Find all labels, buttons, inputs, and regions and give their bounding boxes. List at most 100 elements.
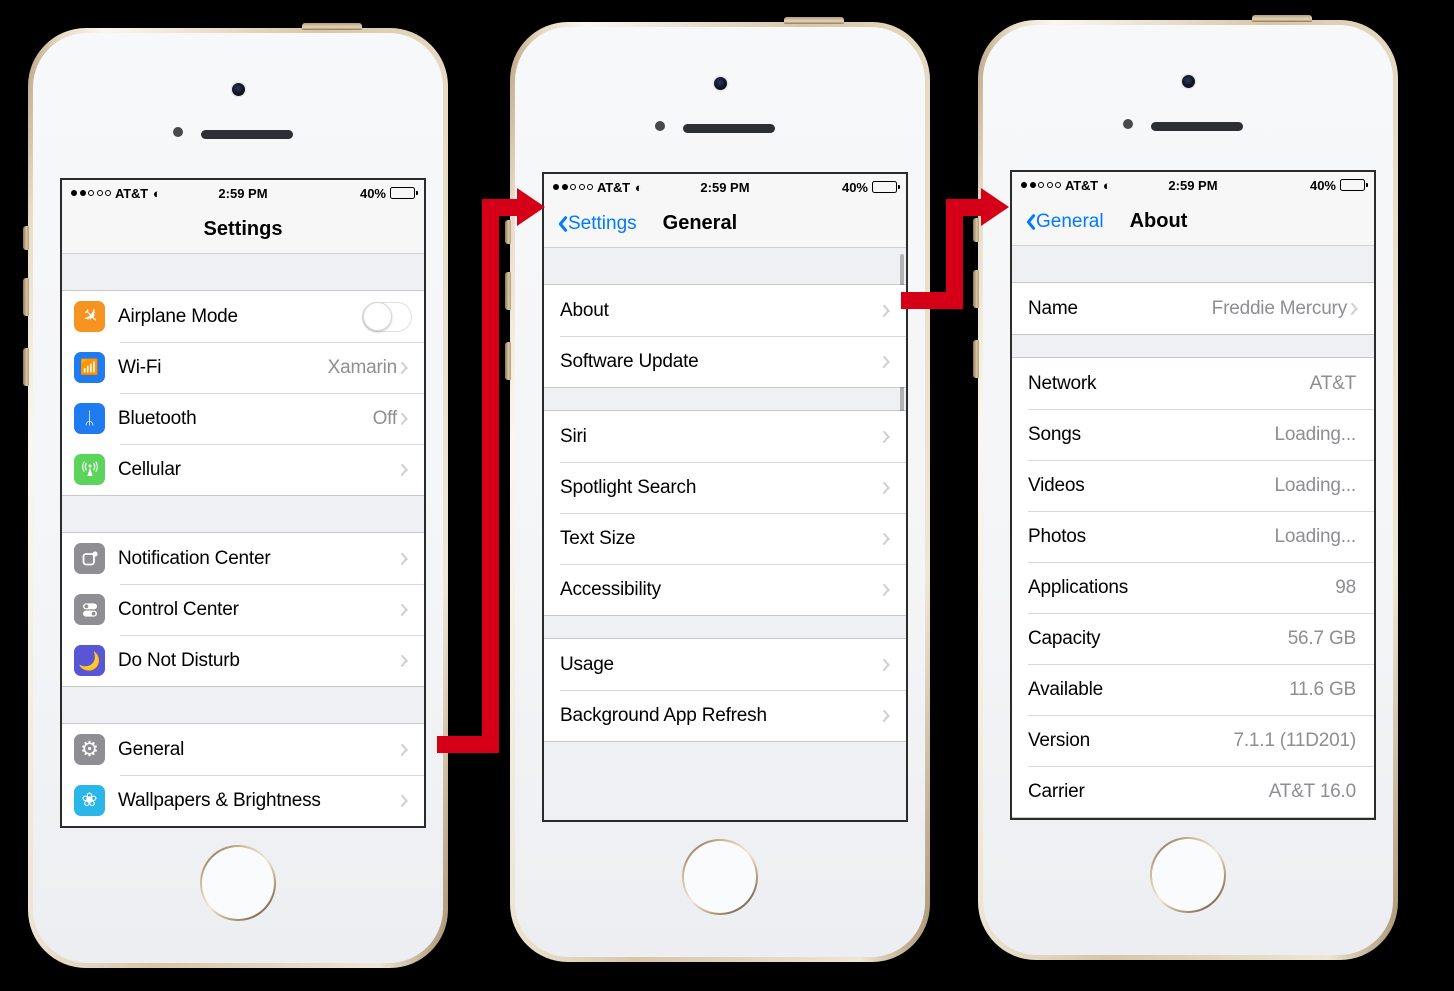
power-button[interactable]	[1252, 15, 1312, 22]
volume-down-button[interactable]	[505, 342, 511, 380]
settings-row-do-not-disturb[interactable]: Do Not Disturb	[62, 635, 424, 686]
arrow-head	[981, 188, 1009, 226]
about-row-photos: Photos Loading...	[1012, 511, 1374, 562]
chevron-right-icon	[885, 531, 894, 546]
volume-down-button[interactable]	[973, 340, 979, 378]
mute-switch[interactable]	[23, 226, 29, 250]
settings-group-connectivity: Airplane Mode Wi-Fi Xamarin Bluetooth	[62, 290, 424, 496]
general-row-accessibility[interactable]: Accessibility	[544, 564, 906, 615]
row-label: About	[560, 299, 609, 321]
section-gap	[544, 248, 906, 284]
wifi-icon: ◐	[634, 179, 643, 195]
row-label: Do Not Disturb	[118, 649, 240, 671]
mute-switch[interactable]	[505, 220, 511, 244]
arrow-head	[517, 188, 545, 226]
mute-switch[interactable]	[973, 218, 979, 242]
row-label: Name	[1028, 297, 1078, 319]
chevron-right-icon	[885, 303, 894, 318]
do-not-disturb-icon	[74, 645, 105, 676]
about-row-carrier: Carrier AT&T 16.0	[1012, 766, 1374, 817]
settings-group-notifications: Notification Center Control Center 🌙 Do …	[62, 532, 424, 687]
page-title: Settings	[203, 218, 283, 240]
battery-percent-label: 40%	[1309, 177, 1336, 193]
general-gear-icon	[74, 734, 105, 765]
earpiece-speaker	[1151, 122, 1243, 131]
chevron-right-icon	[885, 708, 894, 723]
row-value: 11.6 GB	[1289, 678, 1356, 700]
signal-strength-icon	[553, 184, 593, 190]
chevron-right-icon	[885, 657, 894, 672]
section-gap	[1012, 246, 1374, 282]
general-group-features: Siri Spotlight Search Text Size Accessib…	[544, 410, 906, 616]
bluetooth-icon	[74, 403, 105, 434]
proximity-sensor-icon	[173, 127, 183, 137]
general-row-about[interactable]: About	[544, 285, 906, 336]
airplane-icon	[74, 301, 105, 332]
settings-row-wallpapers-brightness[interactable]: Wallpapers & Brightness	[62, 775, 424, 826]
control-center-icon	[74, 594, 105, 625]
row-value: Loading...	[1274, 525, 1357, 547]
signal-strength-icon	[1021, 182, 1061, 188]
section-gap	[1012, 335, 1374, 357]
general-row-spotlight-search[interactable]: Spotlight Search	[544, 462, 906, 513]
settings-table[interactable]: Airplane Mode Wi-Fi Xamarin Bluetooth	[62, 254, 424, 826]
row-value: Freddie Mercury	[1211, 297, 1348, 319]
home-button[interactable]	[682, 839, 758, 915]
iphone-device-about: AT&T ◐ 2:59 PM 40% General About Name Fr…	[973, 15, 1398, 960]
settings-group-system: General Wallpapers & Brightness	[62, 723, 424, 826]
volume-up-button[interactable]	[973, 270, 979, 308]
arrow-segment-horizontal-top	[482, 199, 520, 216]
settings-row-notification-center[interactable]: Notification Center	[62, 533, 424, 584]
back-button-label: General	[1036, 210, 1104, 232]
carrier-label: AT&T	[597, 179, 630, 195]
settings-row-general[interactable]: General	[62, 724, 424, 775]
volume-up-button[interactable]	[23, 278, 29, 316]
general-row-text-size[interactable]: Text Size	[544, 513, 906, 564]
general-row-siri[interactable]: Siri	[544, 411, 906, 462]
wallpapers-icon	[74, 785, 105, 816]
chevron-right-icon	[1353, 301, 1362, 316]
home-button[interactable]	[1150, 837, 1226, 913]
home-button[interactable]	[200, 845, 276, 921]
back-button-general[interactable]: General	[1022, 211, 1104, 233]
settings-row-cellular[interactable]: Cellular	[62, 444, 424, 495]
navigation-bar: Settings General	[544, 200, 906, 248]
device-front-panel: AT&T ◐ 2:59 PM 40% Settings ✈ Airplane M…	[33, 33, 443, 963]
row-label: Siri	[560, 425, 587, 447]
row-label: Capacity	[1028, 627, 1101, 649]
general-row-usage[interactable]: Usage	[544, 639, 906, 690]
power-button[interactable]	[784, 17, 844, 24]
about-table[interactable]: Name Freddie Mercury Network AT&T Songs	[1012, 246, 1374, 818]
chevron-right-icon	[403, 653, 412, 668]
general-row-background-app-refresh[interactable]: Background App Refresh	[544, 690, 906, 741]
general-table[interactable]: About Software Update Siri Spotlight Sea…	[544, 248, 906, 820]
front-camera-icon	[1181, 75, 1195, 88]
settings-row-bluetooth[interactable]: Bluetooth Off	[62, 393, 424, 444]
diagram-canvas: AT&T ◐ 2:59 PM 40% Settings ✈ Airplane M…	[0, 0, 1454, 991]
about-row-name[interactable]: Name Freddie Mercury	[1012, 283, 1374, 334]
settings-row-airplane-mode[interactable]: Airplane Mode	[62, 291, 424, 342]
status-bar: AT&T ◐ 2:59 PM 40%	[1012, 172, 1374, 198]
power-button[interactable]	[302, 23, 362, 30]
general-row-software-update[interactable]: Software Update	[544, 336, 906, 387]
row-label: Background App Refresh	[560, 704, 767, 726]
airplane-mode-toggle[interactable]	[362, 301, 412, 332]
settings-row-wifi[interactable]: Wi-Fi Xamarin	[62, 342, 424, 393]
row-label: Wi-Fi	[118, 356, 162, 378]
device-front-panel: AT&T ◐ 2:59 PM 40% Settings General Abou…	[515, 27, 925, 957]
status-left: AT&T ◐	[71, 186, 161, 201]
iphone-device-general: AT&T ◐ 2:59 PM 40% Settings General Abou…	[505, 17, 930, 962]
row-label: Software Update	[560, 350, 699, 372]
volume-down-button[interactable]	[23, 348, 29, 386]
volume-up-button[interactable]	[505, 272, 511, 310]
settings-row-control-center[interactable]: Control Center	[62, 584, 424, 635]
back-button-settings[interactable]: Settings	[554, 213, 637, 235]
row-label: Usage	[560, 653, 614, 675]
row-value: Xamarin	[327, 356, 398, 378]
battery-icon	[1340, 179, 1368, 191]
screen-about: AT&T ◐ 2:59 PM 40% General About Name Fr…	[1010, 170, 1376, 820]
back-button-label: Settings	[568, 212, 637, 234]
carrier-label: AT&T	[1065, 177, 1098, 193]
row-label: Accessibility	[560, 578, 661, 600]
row-value: 98	[1335, 576, 1356, 598]
